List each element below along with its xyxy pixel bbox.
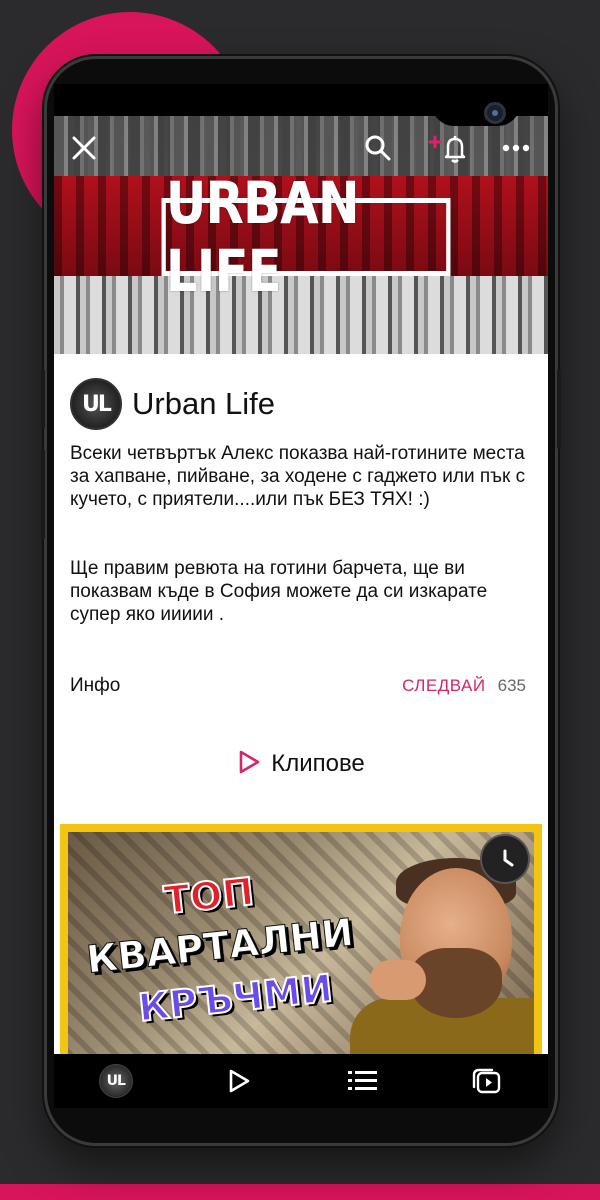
camera-notch <box>432 84 520 126</box>
play-outline-icon <box>237 749 261 780</box>
channel-title: Urban Life <box>132 386 276 421</box>
channel-avatar-icon: UL <box>98 1064 133 1098</box>
clips-label: Клипове <box>271 750 365 777</box>
more-icon[interactable] <box>496 128 536 168</box>
close-icon[interactable] <box>64 128 104 168</box>
nav-list[interactable] <box>336 1059 390 1103</box>
volume-button <box>41 449 45 539</box>
add-notification-icon[interactable] <box>424 128 472 168</box>
person-hand <box>370 960 426 1000</box>
app-screen: URBAN LIFE UL Urban Life Всеки четвъртък… <box>54 84 548 1108</box>
front-camera <box>484 102 506 124</box>
banner-logo: URBAN LIFE <box>161 169 451 305</box>
top-bar <box>54 128 548 168</box>
decorative-band <box>0 1184 600 1200</box>
description-paragraph: Всеки четвъртък Алекс показва най-готини… <box>70 443 526 510</box>
info-link[interactable]: Инфо <box>70 675 402 697</box>
power-button <box>557 369 561 449</box>
info-row: Инфо СЛЕДВАЙ 635 <box>70 672 526 700</box>
play-icon <box>229 1069 250 1093</box>
bottom-navigation: UL <box>54 1054 548 1108</box>
nav-channel[interactable]: UL <box>89 1059 143 1103</box>
description-paragraph: Ще правим ревюта на готини барчета, ще в… <box>70 558 488 625</box>
watch-later-button[interactable] <box>480 834 530 884</box>
search-icon[interactable] <box>358 128 398 168</box>
clips-tab[interactable]: Клипове <box>54 746 548 782</box>
thumbnail-text: КРЪЧМИ <box>135 965 335 1031</box>
playlists-icon <box>473 1068 501 1094</box>
video-thumbnail[interactable]: ТОП КВАРТАЛНИ КРЪЧМИ <box>60 824 542 1064</box>
list-icon <box>347 1071 377 1090</box>
nav-playlists[interactable] <box>459 1059 513 1103</box>
nav-videos[interactable] <box>212 1059 266 1103</box>
volume-button <box>41 369 45 429</box>
channel-avatar[interactable]: UL <box>70 378 122 430</box>
channel-description: Всеки четвъртък Алекс показва най-готини… <box>70 442 532 626</box>
channel-header: UL Urban Life <box>70 376 532 432</box>
follower-count: 635 <box>497 676 526 695</box>
thumbnail-text: ТОП <box>161 868 257 923</box>
clock-icon <box>503 849 514 867</box>
follow-button[interactable]: СЛЕДВАЙ <box>402 676 486 696</box>
